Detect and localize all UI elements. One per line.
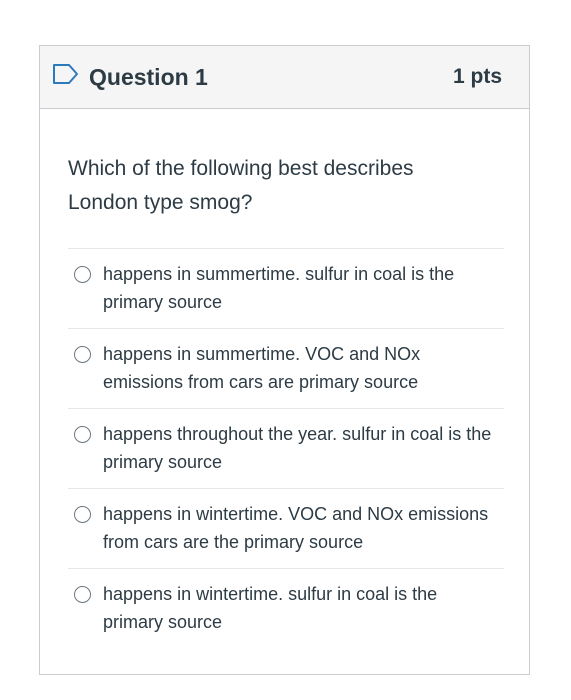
answer-option[interactable]: happens in wintertime. VOC and NOx emiss…	[68, 488, 504, 568]
answer-list: happens in summertime. sulfur in coal is…	[68, 248, 504, 648]
answer-label: happens in summertime. VOC and NOx emiss…	[103, 344, 421, 392]
question-title: Question 1	[89, 64, 208, 90]
answer-option[interactable]: happens in summertime. sulfur in coal is…	[68, 248, 504, 328]
answer-option[interactable]: happens in summertime. VOC and NOx emiss…	[68, 328, 504, 408]
radio-button[interactable]	[74, 346, 91, 363]
question-text: Which of the following best describes Lo…	[68, 157, 414, 214]
radio-button[interactable]	[74, 266, 91, 283]
answer-label: happens throughout the year. sulfur in c…	[103, 424, 492, 472]
radio-button[interactable]	[74, 586, 91, 603]
bookmark-flag-icon[interactable]	[52, 63, 80, 85]
answer-label: happens in summertime. sulfur in coal is…	[103, 264, 455, 312]
answer-label: happens in wintertime. VOC and NOx emiss…	[103, 504, 489, 552]
radio-button[interactable]	[74, 506, 91, 523]
question-header: Question 1 1 pts	[40, 46, 529, 109]
question-points: 1 pts	[452, 65, 502, 88]
radio-button[interactable]	[74, 426, 91, 443]
answer-option[interactable]: happens in wintertime. sulfur in coal is…	[68, 568, 504, 648]
question-card: Question 1 1 pts Which of the following …	[39, 45, 530, 675]
answer-label: happens in wintertime. sulfur in coal is…	[103, 584, 438, 632]
answer-option[interactable]: happens throughout the year. sulfur in c…	[68, 408, 504, 488]
